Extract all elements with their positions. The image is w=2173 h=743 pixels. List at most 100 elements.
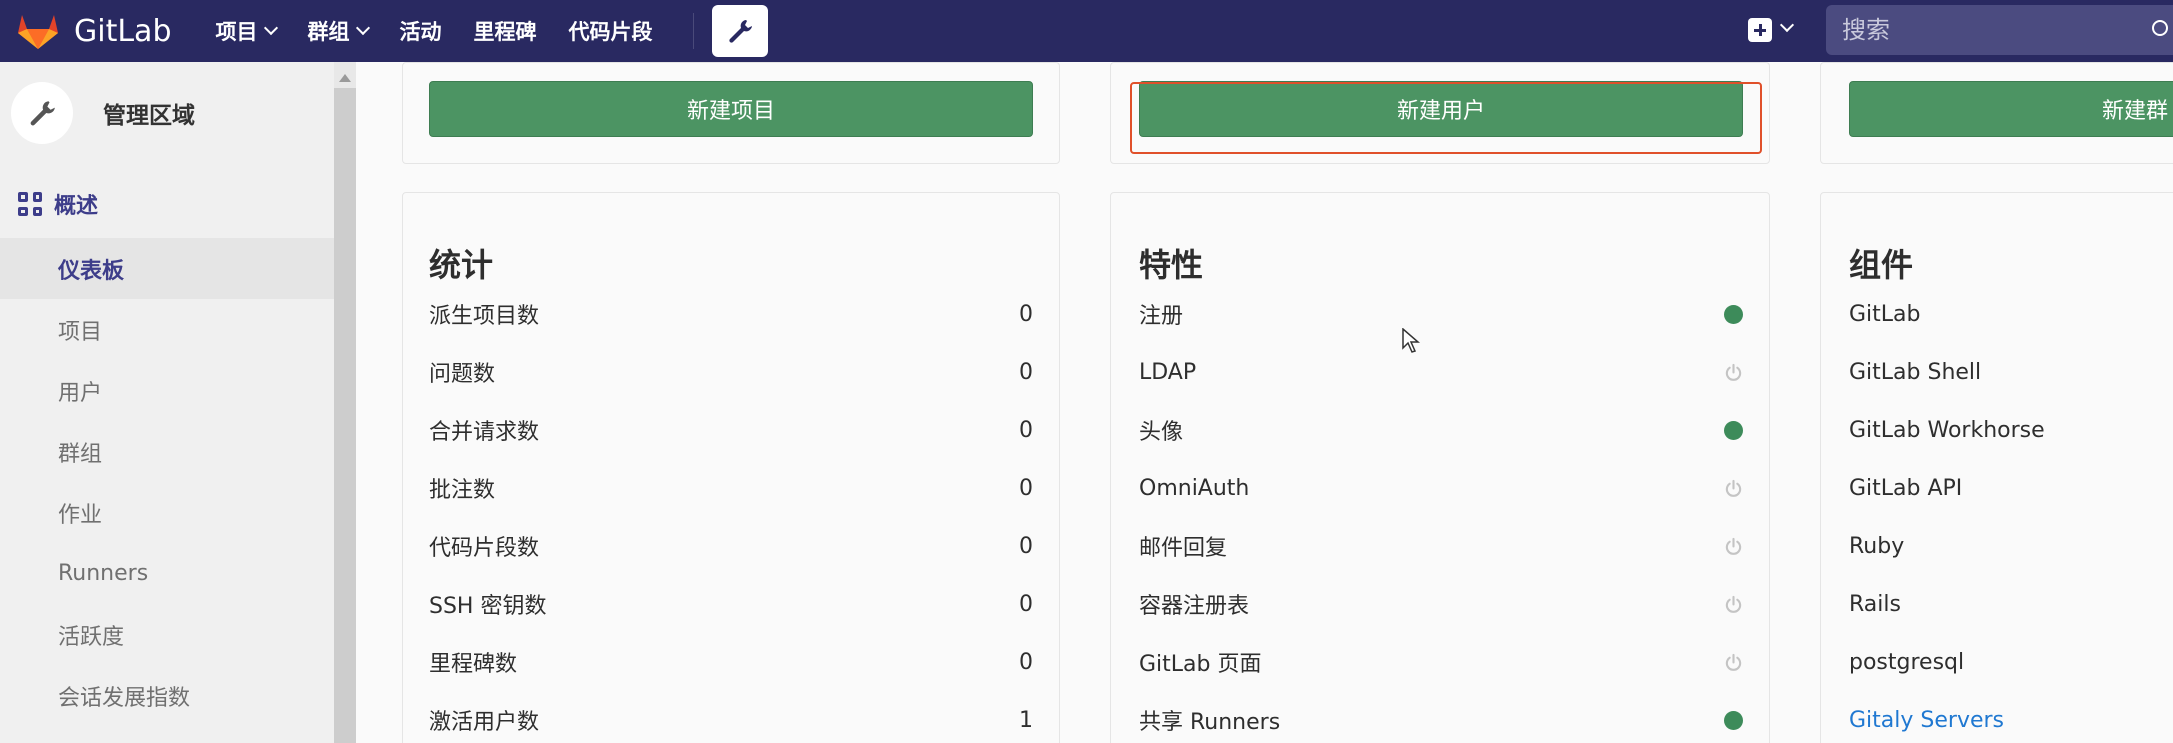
sidebar-item-activity[interactable]: 活跃度 [0, 604, 334, 665]
component-row: GitLab API [1849, 468, 2169, 508]
features-title: 特性 [1139, 246, 1204, 284]
nav-snippets[interactable]: 代码片段 [569, 16, 653, 46]
components-title: 组件 [1849, 246, 1914, 284]
nav-groups[interactable]: 群组 [307, 16, 370, 46]
feature-label: 容器注册表 [1139, 594, 1250, 619]
sidebar-item-groups[interactable]: 群组 [0, 421, 334, 482]
search-icon[interactable] [2152, 20, 2168, 36]
new-dropdown-button[interactable] [1748, 18, 1772, 42]
mouse-cursor-icon [1402, 328, 1420, 353]
scrollbar-thumb[interactable] [334, 88, 356, 743]
component-label: GitLab Workhorse [1849, 417, 2045, 443]
admin-area-button[interactable] [711, 5, 768, 57]
stat-value: 0 [1019, 591, 1033, 617]
sidebar-header[interactable]: 管理区域 [0, 62, 334, 164]
grid-icon [18, 192, 42, 216]
sidebar-item-runners[interactable]: Runners [0, 543, 334, 604]
nav-projects-label: 项目 [215, 20, 258, 44]
status-enabled-icon [1724, 304, 1743, 324]
chevron-down-icon [263, 20, 278, 36]
feature-label: 头像 [1139, 420, 1184, 445]
wrench-icon [30, 101, 55, 126]
sidebar-subitems: 仪表板 项目 用户 群组 作业 Runners 活跃度 会话发展指数 [0, 238, 334, 726]
sidebar-item-jobs[interactable]: 作业 [0, 482, 334, 543]
wrench-icon [728, 20, 752, 43]
power-off-icon [1724, 363, 1743, 382]
feature-label: LDAP [1139, 359, 1197, 385]
brand-name: GitLab [74, 13, 172, 49]
nav-projects[interactable]: 项目 [215, 16, 278, 46]
component-label: postgresql [1849, 649, 1965, 675]
nav-groups-label: 群组 [307, 20, 350, 44]
component-row: GitLab Shell [1849, 352, 2169, 392]
sidebar-title: 管理区域 [103, 103, 195, 129]
nav-milestones[interactable]: 里程碑 [474, 16, 537, 46]
component-label: GitLab API [1849, 475, 1963, 501]
stat-label: 代码片段数 [429, 536, 540, 561]
component-link[interactable]: Gitaly Servers [1849, 700, 2169, 740]
admin-avatar [11, 82, 73, 144]
component-row: Rails [1849, 584, 2169, 624]
stats-row: SSH 密钥数 0 [429, 584, 1033, 624]
stat-value: 0 [1019, 301, 1033, 327]
sidebar-item-users[interactable]: 用户 [0, 360, 334, 421]
admin-sidebar: 管理区域 概述 仪表板 项目 用户 群组 作业 Runners 活跃度 会话发展… [0, 62, 334, 743]
stat-value: 0 [1019, 475, 1033, 501]
stat-label: 里程碑数 [429, 652, 518, 677]
component-label: GitLab [1849, 301, 1921, 327]
sidebar-item-dashboard[interactable]: 仪表板 [0, 238, 334, 299]
component-row: Ruby [1849, 526, 2169, 566]
stats-row: 激活用户数 1 [429, 700, 1033, 740]
gitlab-home-link[interactable]: GitLab [16, 11, 172, 51]
power-off-icon [1724, 537, 1743, 556]
nav-activity[interactable]: 活动 [400, 16, 442, 46]
stats-row: 里程碑数 0 [429, 642, 1033, 682]
search-input[interactable] [1826, 5, 2173, 55]
sidebar-item-label: 概述 [54, 194, 99, 219]
component-row: postgresql [1849, 642, 2169, 682]
stats-row: 合并请求数 0 [429, 410, 1033, 450]
chevron-down-icon [355, 20, 370, 36]
new-group-button[interactable]: 新建群 [1849, 81, 2173, 137]
feature-row: 共享 Runners [1139, 700, 1743, 740]
stat-label: 派生项目数 [429, 304, 540, 329]
power-off-icon [1724, 479, 1743, 498]
stats-row: 派生项目数 0 [429, 294, 1033, 334]
scroll-up-arrow-icon[interactable] [339, 74, 351, 82]
stat-label: 激活用户数 [429, 710, 540, 735]
gitlab-logo-icon [18, 15, 58, 49]
component-label: GitLab Shell [1849, 359, 1982, 385]
power-off-icon [1724, 595, 1743, 614]
stats-row: 问题数 0 [429, 352, 1033, 392]
feature-row: OmniAuth [1139, 468, 1743, 508]
feature-row: 邮件回复 [1139, 526, 1743, 566]
stat-value: 1 [1019, 707, 1033, 733]
feature-label: 注册 [1139, 304, 1184, 329]
nav-links: 项目 群组 活动 里程碑 代码片段 [216, 16, 685, 46]
stat-value: 0 [1019, 359, 1033, 385]
component-label[interactable]: Gitaly Servers [1849, 708, 2169, 733]
stats-title: 统计 [429, 246, 494, 284]
feature-label: 共享 Runners [1139, 710, 1281, 735]
feature-label: GitLab 页面 [1139, 652, 1262, 677]
stat-value: 0 [1019, 649, 1033, 675]
status-enabled-icon [1724, 420, 1743, 440]
stats-row: 代码片段数 0 [429, 526, 1033, 566]
feature-row: 容器注册表 [1139, 584, 1743, 624]
stats-row: 批注数 0 [429, 468, 1033, 508]
sidebar-scrollbar[interactable] [334, 62, 356, 743]
sidebar-item-devops-index[interactable]: 会话发展指数 [0, 665, 334, 726]
highlight-annotation [1130, 82, 1762, 154]
sidebar-item-overview[interactable]: 概述 [0, 176, 334, 232]
sidebar-item-projects[interactable]: 项目 [0, 299, 334, 360]
feature-label: 邮件回复 [1139, 536, 1228, 561]
nav-divider [692, 13, 694, 49]
stat-value: 0 [1019, 533, 1033, 559]
new-group-label: 新建群 [2102, 99, 2169, 124]
feature-row: GitLab 页面 [1139, 642, 1743, 682]
component-label: Ruby [1849, 533, 1905, 559]
feature-label: OmniAuth [1139, 475, 1250, 501]
feature-row: 头像 [1139, 410, 1743, 450]
new-project-button[interactable]: 新建项目 [429, 81, 1033, 137]
stat-label: 合并请求数 [429, 420, 540, 445]
